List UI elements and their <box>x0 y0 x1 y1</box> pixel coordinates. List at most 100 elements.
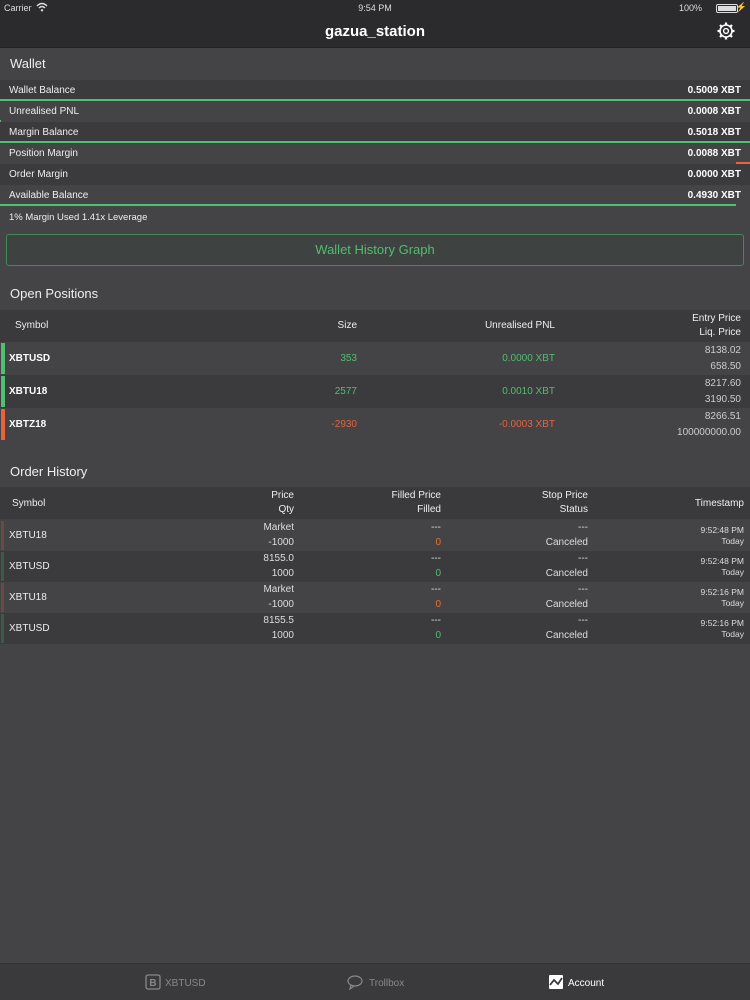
open-positions-title: Open Positions <box>10 286 99 301</box>
position-row[interactable]: XBTZ18 -2930 -0.0003 XBT 8266.51 1000000… <box>0 408 750 441</box>
order-qty: -1000 <box>268 599 294 610</box>
sell-indicator <box>1 521 4 550</box>
tab-xbtusd[interactable]: B XBTUSD <box>140 964 260 1000</box>
order-symbol: XBTUSD <box>9 561 50 572</box>
header-price: Price <box>271 490 294 501</box>
order-row[interactable]: XBTUSD 8155.0 1000 --- 0 --- Canceled 9:… <box>0 551 750 582</box>
orders-table-header: Symbol Price Qty Filled Price Filled Sto… <box>0 487 750 519</box>
order-row[interactable]: XBTU18 Market -1000 --- 0 --- Canceled 9… <box>0 520 750 551</box>
header-stop-price: Stop Price <box>541 490 588 501</box>
order-symbol: XBTU18 <box>9 592 47 603</box>
order-filled: 0 <box>435 568 441 579</box>
order-stop-price: --- <box>578 584 588 595</box>
position-symbol: XBTZ18 <box>9 419 47 430</box>
wallet-history-graph-button[interactable]: Wallet History Graph <box>6 234 744 266</box>
order-filled: 0 <box>435 537 441 548</box>
nav-bar: gazua_station <box>0 16 750 48</box>
header-symbol: Symbol <box>15 320 49 331</box>
svg-text:B: B <box>149 978 156 989</box>
order-qty: 1000 <box>271 630 294 641</box>
order-price: Market <box>263 522 294 533</box>
wallet-row-order-margin: Order Margin 0.0000 XBT <box>0 164 750 185</box>
position-pnl: 0.0000 XBT <box>502 353 555 364</box>
tab-bar: B XBTUSD Trollbox Account <box>0 963 750 1000</box>
wallet-row-position-margin: Position Margin 0.0088 XBT <box>0 143 750 164</box>
order-status: Canceled <box>545 630 588 641</box>
position-row[interactable]: XBTU18 2577 0.0010 XBT 8217.60 3190.50 <box>0 375 750 408</box>
position-liq-price: 3190.50 <box>704 394 741 405</box>
wallet-row-value: 0.5009 XBT <box>687 85 741 96</box>
order-price: 8155.0 <box>263 553 294 564</box>
wallet-row-margin-balance: Margin Balance 0.5018 XBT <box>0 122 750 143</box>
position-pnl: 0.0010 XBT <box>502 386 555 397</box>
wallet-row-value: 0.0008 XBT <box>687 106 741 117</box>
position-size: 2577 <box>334 386 357 397</box>
header-qty: Qty <box>278 504 294 515</box>
wallet-row-unrealised-pnl: Unrealised PNL 0.0008 XBT <box>0 101 750 122</box>
status-bar: Carrier 9:54 PM 100% ⚡ <box>0 0 750 16</box>
wallet-row-label: Unrealised PNL <box>9 106 80 117</box>
page-title: gazua_station <box>324 23 426 40</box>
available-balance-bar <box>0 204 736 206</box>
header-liq-price: Liq. Price <box>699 327 741 338</box>
order-filled-price: --- <box>431 584 441 595</box>
position-pnl: -0.0003 XBT <box>498 419 555 430</box>
order-time: 9:52:48 PM <box>700 525 744 535</box>
margin-usage-info: 1% Margin Used 1.41x Leverage <box>9 212 148 223</box>
order-row[interactable]: XBTUSD 8155.5 1000 --- 0 --- Canceled 9:… <box>0 613 750 644</box>
header-filled: Filled <box>417 504 441 515</box>
tab-label: Trollbox <box>369 978 405 989</box>
tab-account[interactable]: Account <box>547 964 667 1000</box>
position-entry-price: 8266.51 <box>704 411 741 422</box>
wallet-row-value: 0.5018 XBT <box>687 127 741 138</box>
order-row[interactable]: XBTU18 Market -1000 --- 0 --- Canceled 9… <box>0 582 750 613</box>
order-price: Market <box>263 584 294 595</box>
buy-indicator <box>1 614 4 643</box>
order-history-title: Order History <box>10 464 88 479</box>
tab-trollbox[interactable]: Trollbox <box>345 964 465 1000</box>
position-row[interactable]: XBTUSD 353 0.0000 XBT 8138.02 658.50 <box>0 342 750 375</box>
header-timestamp: Timestamp <box>694 498 744 509</box>
order-day: Today <box>721 598 744 608</box>
wallet-row-label: Margin Balance <box>9 127 79 138</box>
wallet-row-value: 0.0088 XBT <box>687 148 741 159</box>
order-symbol: XBTUSD <box>9 623 50 634</box>
order-time: 9:52:48 PM <box>700 556 744 566</box>
wallet-row-label: Position Margin <box>9 148 78 159</box>
clock: 9:54 PM <box>358 3 392 13</box>
wallet-row-wallet-balance: Wallet Balance 0.5009 XBT <box>0 80 750 101</box>
order-filled-price: --- <box>431 522 441 533</box>
order-filled: 0 <box>435 599 441 610</box>
wallet-row-value: 0.0000 XBT <box>687 169 741 180</box>
order-time: 9:52:16 PM <box>700 587 744 597</box>
tab-label: Account <box>568 978 605 989</box>
chat-icon <box>347 975 363 990</box>
order-status: Canceled <box>545 568 588 579</box>
position-symbol: XBTU18 <box>9 386 48 397</box>
order-status: Canceled <box>545 599 588 610</box>
header-status: Status <box>559 504 588 515</box>
long-indicator <box>1 343 5 374</box>
order-day: Today <box>721 629 744 639</box>
order-qty: 1000 <box>271 568 294 579</box>
header-size: Size <box>337 320 357 331</box>
order-qty: -1000 <box>268 537 294 548</box>
charging-icon: ⚡ <box>735 2 747 12</box>
order-filled-price: --- <box>431 615 441 626</box>
short-indicator <box>1 409 5 440</box>
order-filled: 0 <box>435 630 441 641</box>
position-size: -2930 <box>331 419 357 430</box>
battery-percent: 100% <box>678 3 702 13</box>
wallet-row-value: 0.4930 XBT <box>687 190 741 201</box>
tab-label: XBTUSD <box>165 978 206 989</box>
chart-icon <box>549 975 563 989</box>
header-symbol: Symbol <box>12 498 46 509</box>
order-stop-price: --- <box>578 553 588 564</box>
position-entry-price: 8138.02 <box>704 345 741 356</box>
position-entry-price: 8217.60 <box>704 378 741 389</box>
wallet-row-available-balance: Available Balance 0.4930 XBT <box>0 185 750 206</box>
wallet-row-label: Order Margin <box>9 169 68 180</box>
order-status: Canceled <box>545 537 588 548</box>
order-price: 8155.5 <box>263 615 294 626</box>
gear-icon[interactable] <box>716 21 736 41</box>
